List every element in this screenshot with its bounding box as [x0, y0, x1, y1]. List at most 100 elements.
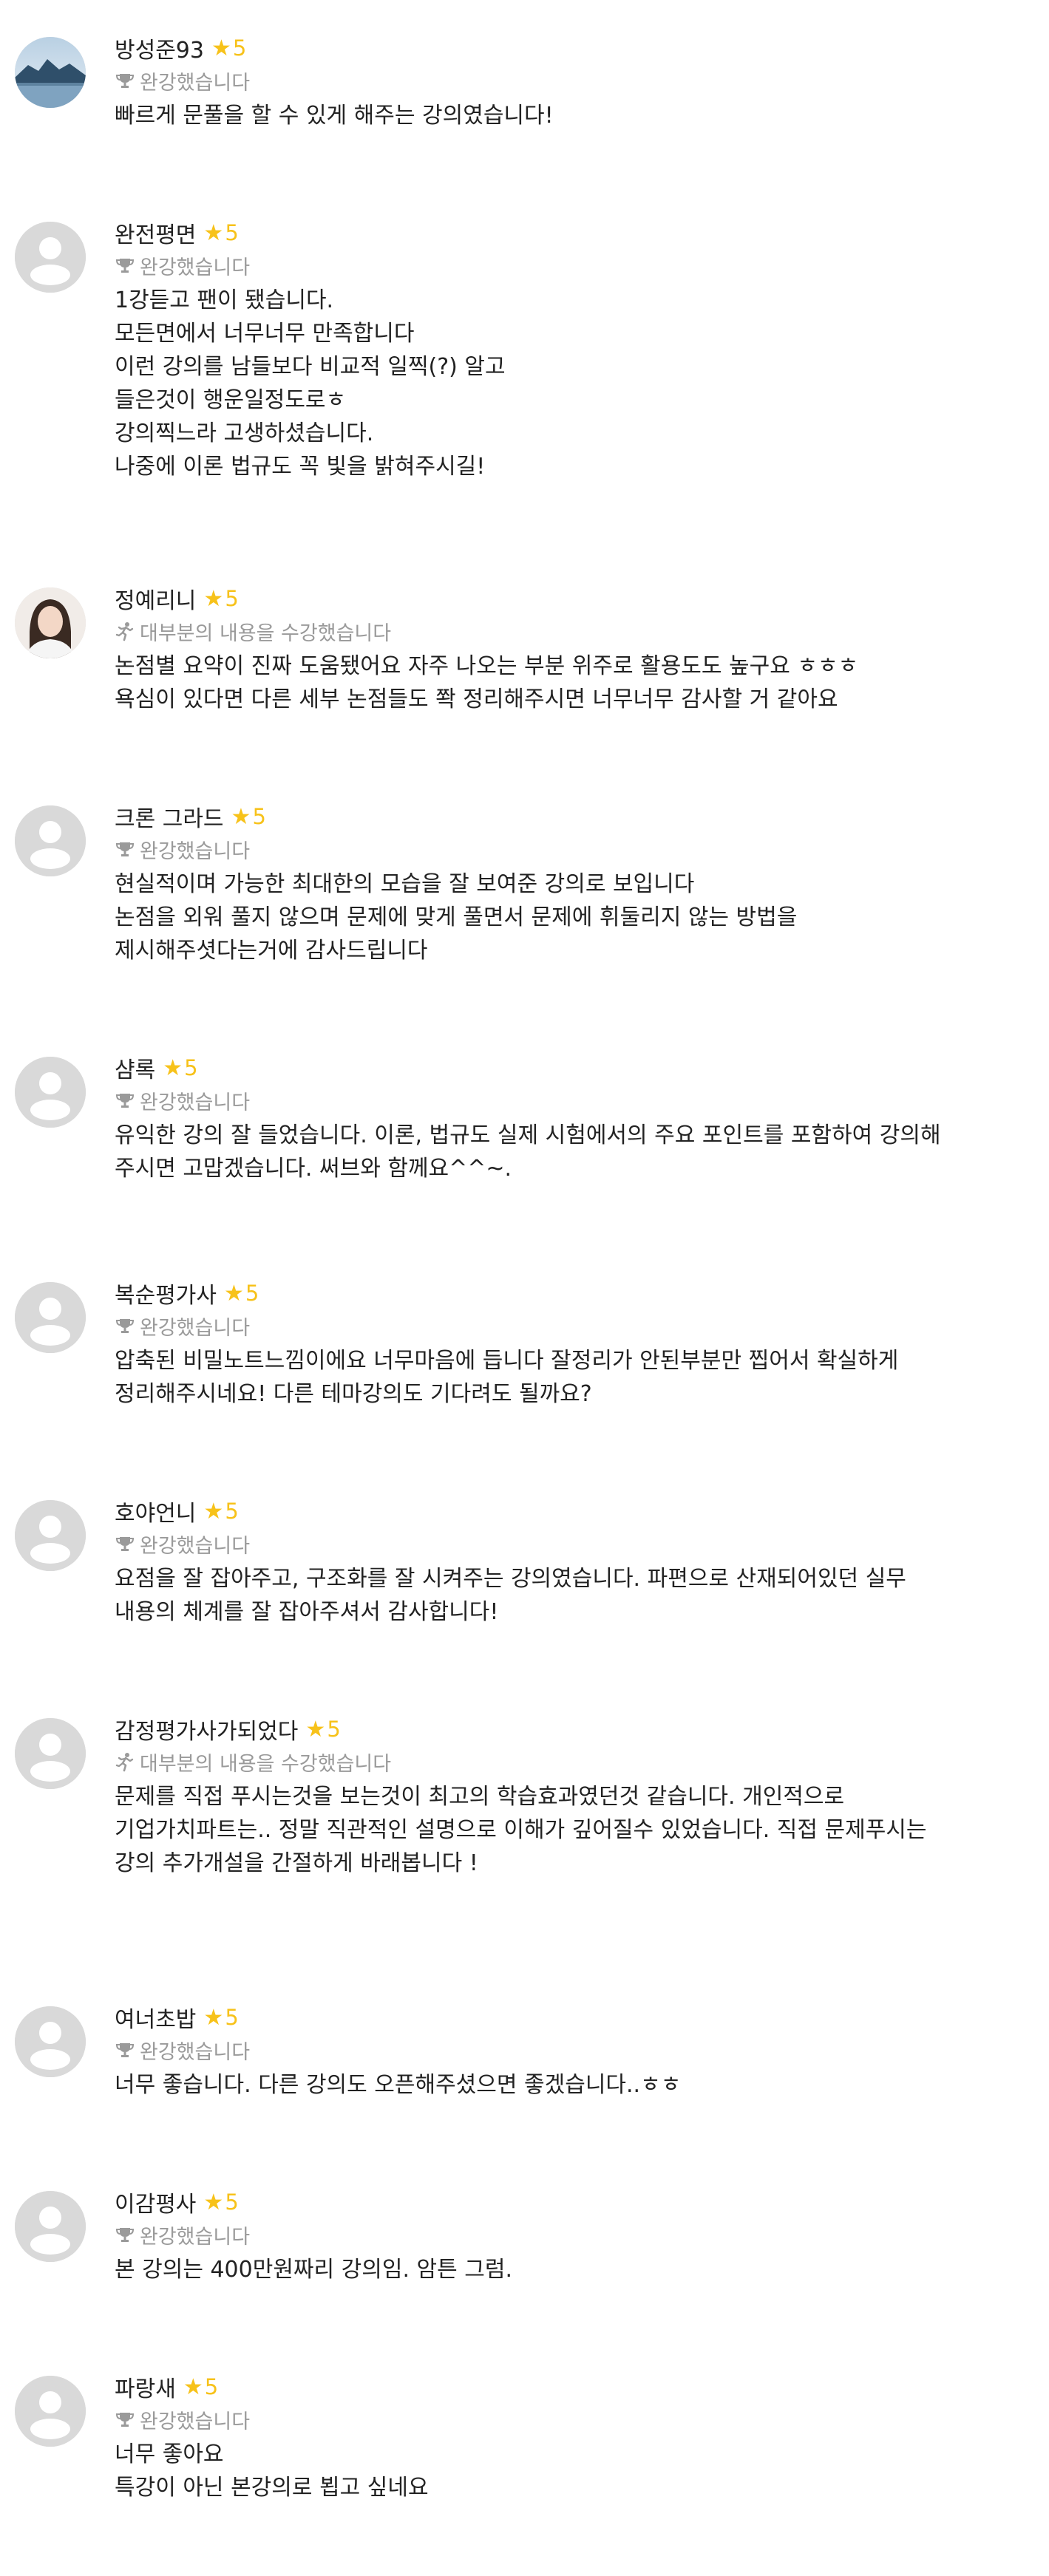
trophy-icon — [115, 2040, 135, 2060]
review-text: 요점을 잘 잡아주고, 구조화를 잘 시켜주는 강의였습니다. 파편으로 산재되… — [115, 1562, 1016, 1629]
star-icon: ★ — [231, 803, 251, 830]
avatar[interactable] — [15, 1500, 86, 1571]
rating: ★ 5 — [203, 1499, 238, 1524]
review-text: 문제를 직접 푸시는것을 보는것이 최고의 학습효과였던것 같습니다. 개인적으… — [115, 1780, 1016, 1880]
review-content: 정예리니 ★ 5 대부분의 내용을 수강했습니다논점별 요약이 진짜 도움됐어요 자주… — [115, 582, 1016, 716]
status-text: 완강했습니다 — [140, 1534, 251, 1558]
review-text-line: 강의 추가개설을 간절하게 바래봅니다 ! — [115, 1850, 478, 1876]
review-text-line: 내용의 체계를 잘 잡아주셔서 감사합니다! — [115, 1599, 499, 1625]
rating-value: 5 — [184, 1055, 198, 1080]
review-header: 크론 그라드 ★ 5 — [115, 800, 1016, 834]
star-icon: ★ — [203, 219, 224, 246]
star-icon: ★ — [203, 2004, 224, 2031]
review-text-line: 너무 좋습니다. 다른 강의도 오픈해주셨으면 좋겠습니다..ㅎㅎ — [115, 2072, 682, 2098]
review-content: 복순평가사 ★ 5 완강했습니다 압축된 비밀노트느낌이에요 너무마음에 듭니다 잘정리… — [115, 1276, 1016, 1411]
reviewer-name[interactable]: 크론 그라드 — [115, 800, 224, 833]
completion-status: 완강했습니다 — [115, 250, 1016, 281]
review-content: 호야언니 ★ 5 완강했습니다요점을 잘 잡아주고, 구조화를 잘 시켜주는 강의였습… — [115, 1494, 1016, 1629]
rating: ★ 5 — [231, 804, 266, 830]
avatar[interactable] — [15, 1718, 86, 1789]
star-icon: ★ — [163, 1054, 183, 1081]
review-content: 여너초밥 ★ 5 완강했습니다너무 좋습니다. 다른 강의도 오픈해주셨으면 좋겠습니… — [115, 2000, 1016, 2102]
avatar[interactable] — [15, 222, 86, 293]
review-header: 호야언니 ★ 5 — [115, 1494, 1016, 1528]
review-text: 현실적이며 가능한 최대한의 모습을 잘 보여준 강의로 보입니다 논점을 외워 … — [115, 868, 1016, 967]
review-text: 너무 좋습니다. 다른 강의도 오픈해주셨으면 좋겠습니다..ㅎㅎ — [115, 2068, 1016, 2102]
review-text-line: 문제를 직접 푸시는것을 보는것이 최고의 학습효과였던것 같습니다. 개인적으… — [115, 1784, 845, 1810]
review-text-line: 욕심이 있다면 다른 세부 논점들도 쫙 정리해주시면 너무너무 감사할 거 같… — [115, 686, 838, 712]
status-text: 완강했습니다 — [140, 256, 251, 279]
rating-value: 5 — [225, 2005, 239, 2030]
avatar[interactable] — [15, 2376, 86, 2447]
completion-status: 대부분의 내용을 수강했습니다 — [115, 616, 1016, 647]
review-content: 샴록 ★ 5 완강했습니다유익한 강의 잘 들었습니다. 이론, 법규도 실제 시험에… — [115, 1051, 1016, 1185]
avatar[interactable] — [15, 1282, 86, 1353]
reviewer-name[interactable]: 이감평사 — [115, 2186, 196, 2218]
status-text: 완강했습니다 — [140, 2040, 251, 2064]
review-list: 방성준93 ★ 5 완강했습니다 빠르게 문풀을 할 수 있게 해주는 강의였습니다! 완… — [0, 0, 1049, 2576]
rating-value: 5 — [232, 35, 247, 61]
status-text: 완강했습니다 — [140, 2410, 251, 2433]
review-content: 완전평면 ★ 5 완강했습니다 1강듣고 팬이 됐습니다. 모든면에서 너무너무 만족합니… — [115, 216, 1016, 483]
rating: ★ 5 — [211, 35, 246, 61]
avatar[interactable] — [15, 805, 86, 876]
avatar[interactable] — [15, 2006, 86, 2077]
completion-status: 완강했습니다 — [115, 2034, 1016, 2065]
rating-value: 5 — [225, 1499, 239, 1524]
review-text: 압축된 비밀노트느낌이에요 너무마음에 듭니다 잘정리가 안된부분만 찝어서 확… — [115, 1344, 1016, 1411]
completion-status: 완강했습니다 — [115, 1310, 1016, 1341]
trophy-icon — [115, 255, 135, 276]
rating-value: 5 — [225, 220, 239, 245]
trophy-icon — [115, 70, 135, 91]
review-text-line: 모든면에서 너무너무 만족합니다 — [115, 321, 415, 347]
review-text-line: 주시면 고맙겠습니다. 써브와 함께요^^~. — [115, 1156, 512, 1182]
star-icon: ★ — [211, 35, 231, 61]
review-content: 감정평가사가되었다 ★ 5 대부분의 내용을 수강했습니다문제를 직접 푸시는것을 보… — [115, 1712, 1016, 1880]
rating-value: 5 — [327, 1717, 341, 1742]
reviewer-name[interactable]: 정예리니 — [115, 582, 196, 615]
review-text: 논점별 요약이 진짜 도움됐어요 자주 나오는 부분 위주로 활용도도 높구요 … — [115, 650, 1016, 716]
star-icon: ★ — [203, 1498, 224, 1524]
review-header: 정예리니 ★ 5 — [115, 582, 1016, 616]
avatar[interactable] — [15, 2191, 86, 2262]
avatar[interactable] — [15, 587, 86, 658]
rating: ★ 5 — [203, 2190, 238, 2215]
completion-status: 대부분의 내용을 수강했습니다 — [115, 1746, 1016, 1777]
completion-status: 완강했습니다 — [115, 1085, 1016, 1116]
review-text-line: 1강듣고 팬이 됐습니다. — [115, 287, 334, 313]
completion-status: 완강했습니다 — [115, 2404, 1016, 2435]
status-text: 대부분의 내용을 수강했습니다 — [140, 1752, 392, 1776]
reviewer-name[interactable]: 샴록 — [115, 1052, 155, 1084]
runner-icon — [115, 1751, 135, 1772]
status-text: 완강했습니다 — [140, 1316, 251, 1340]
status-text: 완강했습니다 — [140, 71, 251, 95]
completion-status: 완강했습니다 — [115, 65, 1016, 96]
completion-status: 완강했습니다 — [115, 1528, 1016, 1559]
review-header: 이감평사 ★ 5 — [115, 2185, 1016, 2219]
avatar[interactable] — [15, 37, 86, 108]
review-text: 1강듣고 팬이 됐습니다. 모든면에서 너무너무 만족합니다이런 강의를 남들보다… — [115, 284, 1016, 483]
review-text-line: 압축된 비밀노트느낌이에요 너무마음에 듭니다 잘정리가 안된부분만 찝어서 확… — [115, 1348, 899, 1374]
avatar[interactable] — [15, 1057, 86, 1128]
reviewer-name[interactable]: 호야언니 — [115, 1495, 196, 1527]
completion-status: 완강했습니다 — [115, 2219, 1016, 2250]
review-content: 방성준93 ★ 5 완강했습니다 빠르게 문풀을 할 수 있게 해주는 강의였습니다! — [115, 31, 1016, 132]
review-text-line: 논점을 외워 풀지 않으며 문제에 맞게 풀면서 문제에 휘둘리지 않는 방법을 — [115, 904, 798, 930]
reviewer-name[interactable]: 파랑새 — [115, 2371, 176, 2403]
review-header: 방성준93 ★ 5 — [115, 31, 1016, 65]
review-text-line: 유익한 강의 잘 들었습니다. 이론, 법규도 실제 시험에서의 주요 포인트를… — [115, 1122, 941, 1148]
star-icon: ★ — [224, 1280, 244, 1306]
reviewer-name[interactable]: 여너초밥 — [115, 2001, 196, 2034]
review-header: 감정평가사가되었다 ★ 5 — [115, 1712, 1016, 1746]
reviewer-name[interactable]: 복순평가사 — [115, 1277, 217, 1309]
status-text: 완강했습니다 — [140, 1091, 251, 1114]
reviewer-name[interactable]: 방성준93 — [115, 32, 204, 64]
trophy-icon — [115, 1315, 135, 1336]
trophy-icon — [115, 2224, 135, 2245]
review-text-line: 이런 강의를 남들보다 비교적 일찍(?) 알고 — [115, 354, 506, 380]
rating: ★ 5 — [203, 2005, 238, 2031]
reviewer-name[interactable]: 완전평면 — [115, 217, 196, 249]
review-text-line: 논점별 요약이 진짜 도움됐어요 자주 나오는 부분 위주로 활용도도 높구요 … — [115, 653, 859, 679]
rating-value: 5 — [252, 804, 266, 829]
reviewer-name[interactable]: 감정평가사가되었다 — [115, 1713, 298, 1745]
